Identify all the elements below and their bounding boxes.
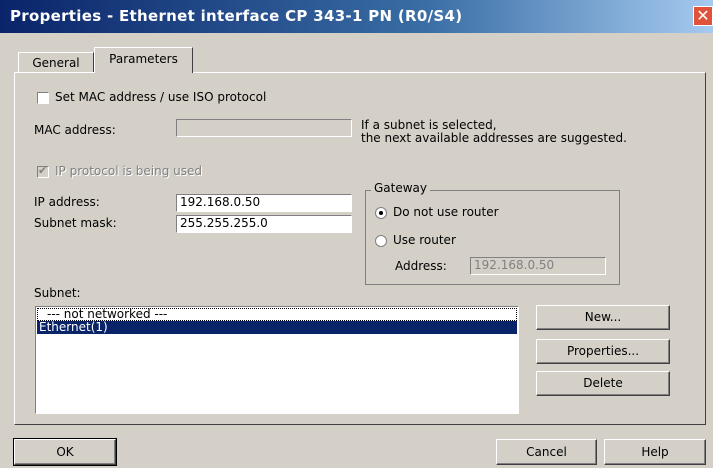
ip-address-field[interactable]: 192.168.0.50 [176, 194, 352, 212]
subnet-properties-button[interactable]: Properties... [536, 339, 670, 364]
help-button-label: Help [641, 445, 669, 459]
ip-protocol-checkbox[interactable]: ✔ [37, 164, 49, 178]
hint-line-1: If a subnet is selected, [361, 118, 497, 132]
tab-general-label: General [32, 56, 80, 70]
mac-address-field[interactable] [176, 119, 352, 137]
list-item-selected[interactable]: Ethernet(1) [37, 321, 517, 334]
set-mac-label: Set MAC address / use ISO protocol [55, 90, 267, 104]
router-address-label: Address: [395, 259, 447, 273]
hint-line-2: the next available addresses are suggest… [361, 131, 627, 145]
ip-protocol-label: IP protocol is being used [55, 164, 202, 178]
ok-button-label: OK [56, 445, 74, 459]
list-item[interactable]: --- not networked --- [37, 308, 517, 321]
delete-subnet-button[interactable]: Delete [536, 371, 670, 396]
subnet-label: Subnet: [34, 286, 81, 300]
ip-address-label: IP address: [34, 195, 100, 209]
checkmark-icon: ✔ [38, 164, 48, 177]
use-router-label: Use router [393, 233, 456, 247]
title-bar: Properties - Ethernet interface CP 343-1… [0, 0, 713, 33]
radio-selected-dot [379, 211, 383, 215]
tab-general[interactable]: General [18, 52, 94, 73]
subnet-properties-button-label: Properties... [566, 344, 640, 358]
gateway-title: Gateway [371, 181, 431, 195]
cancel-button-label: Cancel [526, 445, 567, 459]
parameters-panel: Set MAC address / use ISO protocol MAC a… [14, 72, 706, 425]
close-icon: ✕ [696, 6, 710, 25]
router-address-field[interactable]: 192.168.0.50 [470, 257, 606, 275]
close-button[interactable]: ✕ [693, 6, 713, 26]
tab-parameters-label: Parameters [109, 52, 178, 66]
new-subnet-button-label: New... [584, 310, 622, 324]
cancel-button[interactable]: Cancel [496, 439, 597, 465]
mac-address-label: MAC address: [34, 123, 116, 137]
ok-button[interactable]: OK [13, 438, 117, 466]
subnet-mask-label: Subnet mask: [34, 216, 117, 230]
subnet-mask-field[interactable]: 255.255.255.0 [176, 215, 352, 233]
no-router-label: Do not use router [393, 205, 499, 219]
help-button[interactable]: Help [604, 439, 706, 465]
tab-parameters[interactable]: Parameters [94, 47, 193, 73]
delete-subnet-button-label: Delete [583, 376, 623, 390]
subnet-list[interactable]: --- not networked --- Ethernet(1) [35, 306, 519, 414]
new-subnet-button[interactable]: New... [536, 305, 670, 330]
no-router-radio[interactable] [375, 207, 387, 219]
window-title: Properties - Ethernet interface CP 343-1… [10, 7, 463, 25]
set-mac-checkbox[interactable] [37, 92, 49, 104]
use-router-radio[interactable] [375, 235, 387, 247]
